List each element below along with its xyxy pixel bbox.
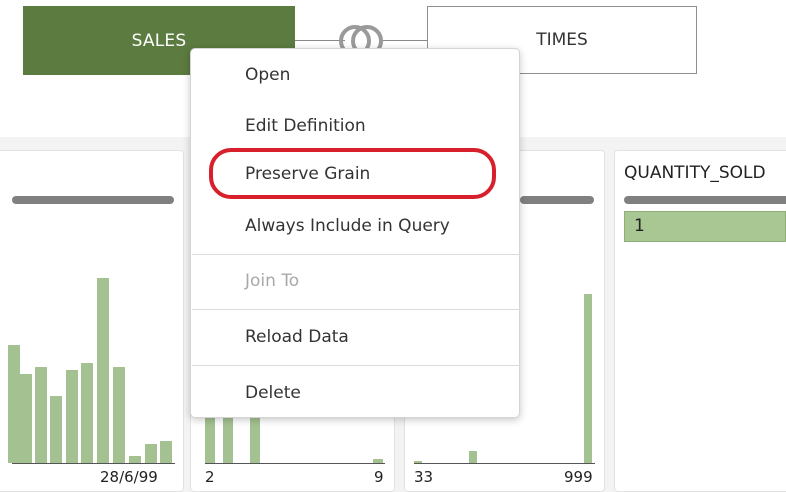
histogram-bar (113, 367, 125, 463)
column-header-bar-4[interactable] (624, 196, 786, 204)
menu-item-edit-definition[interactable]: Edit Definition (245, 116, 366, 136)
histogram-bar (584, 294, 592, 463)
sales-entity-label: SALES (131, 30, 187, 51)
menu-separator (192, 365, 520, 366)
histogram-bar (250, 415, 260, 463)
axis-min-label-3: 33 (414, 468, 434, 486)
column-name-label: QUANTITY_SOLD (624, 163, 766, 183)
axis-baseline-3 (414, 463, 595, 464)
column-value-cell[interactable]: 1 (624, 211, 786, 242)
context-menu: Open Edit Definition Preserve Grain Alwa… (190, 48, 520, 418)
menu-item-open[interactable]: Open (245, 65, 290, 85)
axis-max-label-1: 28/6/99 (100, 468, 158, 486)
histogram-bar (469, 451, 477, 463)
histogram-bar (160, 441, 172, 463)
histogram-bar (81, 363, 93, 463)
axis-max-label-3: 999 (564, 468, 593, 486)
histogram-bar (50, 396, 62, 463)
menu-item-join-to: Join To (245, 271, 300, 291)
column-header-bar-3[interactable] (520, 196, 594, 204)
histogram-bar (8, 345, 20, 463)
histogram-bar (145, 444, 157, 463)
menu-separator (192, 309, 520, 310)
axis-baseline-1 (12, 463, 175, 464)
menu-separator (192, 254, 520, 255)
preserve-grain-highlight-annotation (209, 148, 496, 199)
histogram-bar (66, 370, 78, 463)
histogram-bar (20, 374, 32, 463)
histogram-bar (97, 278, 109, 463)
column-header-bar-1[interactable] (12, 196, 174, 204)
axis-baseline-2 (205, 463, 385, 464)
menu-item-delete[interactable]: Delete (245, 383, 301, 403)
axis-min-label-2: 2 (205, 468, 215, 486)
histogram-bar (35, 367, 47, 463)
menu-item-always-include-in-query[interactable]: Always Include in Query (245, 216, 450, 236)
axis-max-label-2: 9 (374, 468, 384, 486)
times-entity-label: TIMES (536, 30, 588, 50)
menu-item-reload-data[interactable]: Reload Data (245, 327, 349, 347)
histogram-bar (129, 456, 141, 463)
